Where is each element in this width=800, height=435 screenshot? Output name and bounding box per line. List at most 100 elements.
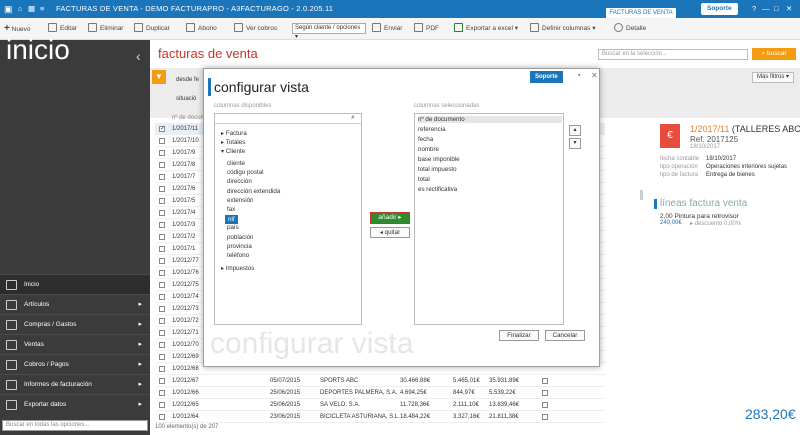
available-column-item[interactable]: dirección extendida	[227, 188, 280, 195]
row-checkbox[interactable]	[159, 270, 165, 276]
selected-column-item[interactable]: total	[418, 176, 430, 183]
group-impuestos[interactable]: ▸ Impuestos	[221, 265, 254, 272]
row-checkbox[interactable]	[159, 246, 165, 252]
sidebar-item-ventas[interactable]: Ventas ▸	[0, 334, 150, 354]
row-checkbox[interactable]	[159, 366, 165, 372]
table-row[interactable]: 1/2012/65 25/06/2015 SA VELO, S.A. 11.728,3…	[155, 399, 605, 411]
definir-columnas-button[interactable]: Definir columnas ▾	[530, 18, 596, 40]
available-column-item[interactable]: fax	[227, 206, 235, 213]
available-column-item[interactable]: teléfono	[227, 252, 249, 259]
ver-cobros-button[interactable]: Ver cobros	[234, 18, 277, 40]
main-search-input[interactable]: Buscar en la selección...	[598, 49, 748, 60]
pdf-button[interactable]: PDF	[414, 18, 439, 40]
sidebar-item-exportar[interactable]: Exportar datos ▸	[0, 394, 150, 414]
table-row[interactable]: 1/2012/67 05/07/2015 SPORTS ABC 30.466,88€ 5…	[155, 375, 605, 387]
row-checkbox[interactable]	[159, 210, 165, 216]
add-column-button[interactable]: añadir ▸	[370, 212, 410, 224]
row-checkbox[interactable]	[159, 342, 165, 348]
eliminar-button[interactable]: Eliminar	[88, 18, 123, 40]
row-checkbox[interactable]	[159, 414, 165, 420]
help-icon[interactable]: ?	[752, 0, 756, 18]
group-totales[interactable]: ▸ Totales	[221, 139, 245, 146]
row-checkbox[interactable]	[159, 354, 165, 360]
available-column-item[interactable]: país	[227, 224, 239, 231]
dialog-soporte-button[interactable]: Soporte	[530, 71, 563, 83]
row-checkbox[interactable]	[159, 138, 165, 144]
sidebar-search-input[interactable]: Buscar en todas las opciones...	[2, 420, 148, 431]
row-checkbox[interactable]	[159, 294, 165, 300]
sidebar-item-cobros[interactable]: Cobros / Pagos ▸	[0, 354, 150, 374]
dialog-info-icon[interactable]: ▪	[578, 72, 580, 79]
row-checkbox[interactable]	[159, 150, 165, 156]
available-column-item[interactable]: provincia	[227, 243, 252, 250]
maximize-icon[interactable]: □	[774, 0, 779, 18]
collapse-sidebar-icon[interactable]: ‹	[136, 48, 141, 64]
group-cliente[interactable]: ▾ Cliente	[221, 148, 245, 155]
table-row[interactable]: 1/2012/66 25/06/2015 DEPORTES PALMERA, S.A…	[155, 387, 605, 399]
rectificativa-checkbox[interactable]	[542, 390, 548, 396]
row-checkbox[interactable]	[159, 198, 165, 204]
row-checkbox[interactable]	[159, 330, 165, 336]
available-search-input[interactable]	[215, 114, 361, 124]
tab-facturas-venta[interactable]: FACTURAS DE VENTA	[606, 8, 676, 18]
group-factura[interactable]: ▸ Factura	[221, 130, 247, 137]
detalle-button[interactable]: Detalle	[614, 18, 646, 40]
available-columns-list[interactable]: ⌕ ▸ Factura ▸ Totales ▾ Cliente cliente c…	[214, 113, 362, 325]
row-checkbox[interactable]	[159, 390, 165, 396]
row-checkbox[interactable]	[159, 282, 165, 288]
home-icon[interactable]: ⌂	[18, 0, 23, 18]
available-column-item[interactable]: dirección	[227, 178, 252, 185]
row-checkbox[interactable]	[159, 306, 165, 312]
remove-column-button[interactable]: ◂ quitar	[370, 227, 410, 238]
available-column-item[interactable]: cliente	[227, 160, 245, 167]
enviar-button[interactable]: Enviar	[372, 18, 402, 40]
row-checkbox[interactable]	[159, 318, 165, 324]
col-header-doc[interactable]: nº de docum	[172, 115, 206, 121]
row-checkbox[interactable]: ✓	[159, 126, 165, 132]
selected-column-item[interactable]: referencia	[418, 126, 446, 133]
available-column-item[interactable]: código postal	[227, 169, 263, 176]
soporte-button[interactable]: Soporte	[701, 3, 738, 15]
filter-icon[interactable]: ▼	[152, 70, 166, 84]
move-up-button[interactable]: ▴	[569, 125, 581, 136]
row-checkbox[interactable]	[159, 234, 165, 240]
available-column-item[interactable]: nif	[225, 215, 238, 225]
available-column-item[interactable]: población	[227, 234, 254, 241]
sidebar-item-informes[interactable]: Informes de facturación ▸	[0, 374, 150, 394]
finalizar-button[interactable]: Finalizar	[499, 330, 539, 341]
cancelar-button[interactable]: Cancelar	[545, 330, 585, 341]
menu-icon[interactable]: ≡	[40, 0, 45, 18]
exportar-excel-button[interactable]: Exportar a excel ▾	[454, 18, 518, 40]
abono-button[interactable]: Abono	[186, 18, 217, 40]
available-column-item[interactable]: extensión	[227, 197, 254, 204]
rectificativa-checkbox[interactable]	[542, 402, 548, 408]
selected-column-item[interactable]: es rectificativa	[418, 186, 457, 193]
duplicar-button[interactable]: Duplicar	[134, 18, 170, 40]
table-row[interactable]: 1/2012/64 23/06/2015 BICICLETA ASTURIANA, …	[155, 411, 605, 423]
row-checkbox[interactable]	[159, 258, 165, 264]
mas-filtros-button[interactable]: Más filtros ▾	[752, 72, 795, 83]
row-checkbox[interactable]	[159, 162, 165, 168]
selected-column-item[interactable]: nombre	[418, 146, 439, 153]
row-checkbox[interactable]	[159, 402, 165, 408]
row-checkbox[interactable]	[159, 186, 165, 192]
rectificativa-checkbox[interactable]	[542, 378, 548, 384]
grid-icon[interactable]: ▦	[28, 0, 35, 18]
selected-columns-list[interactable]: nº de documento referencia fecha nombre base…	[414, 113, 564, 325]
minimize-icon[interactable]: —	[762, 0, 770, 18]
dialog-close-icon[interactable]: ✕	[591, 71, 598, 80]
grouping-select[interactable]: Según cliente / opciones ▾	[292, 23, 366, 40]
row-checkbox[interactable]	[159, 378, 165, 384]
close-icon[interactable]: ✕	[786, 0, 792, 18]
row-checkbox[interactable]	[159, 174, 165, 180]
buscar-button[interactable]: ⌕ buscar	[752, 48, 796, 60]
row-checkbox[interactable]	[159, 222, 165, 228]
rectificativa-checkbox[interactable]	[542, 414, 548, 420]
app-logo-icon[interactable]: ▣	[4, 0, 13, 18]
move-down-button[interactable]: ▾	[569, 138, 581, 149]
sidebar-item-compras[interactable]: Compras / Gastos ▸	[0, 314, 150, 334]
selected-column-item[interactable]: nº de documento	[418, 116, 562, 123]
sidebar-item-inicio[interactable]: Inicio	[0, 274, 150, 294]
selected-column-item[interactable]: base imponible	[418, 156, 460, 163]
sidebar-item-articulos[interactable]: Artículos ▸	[0, 294, 150, 314]
